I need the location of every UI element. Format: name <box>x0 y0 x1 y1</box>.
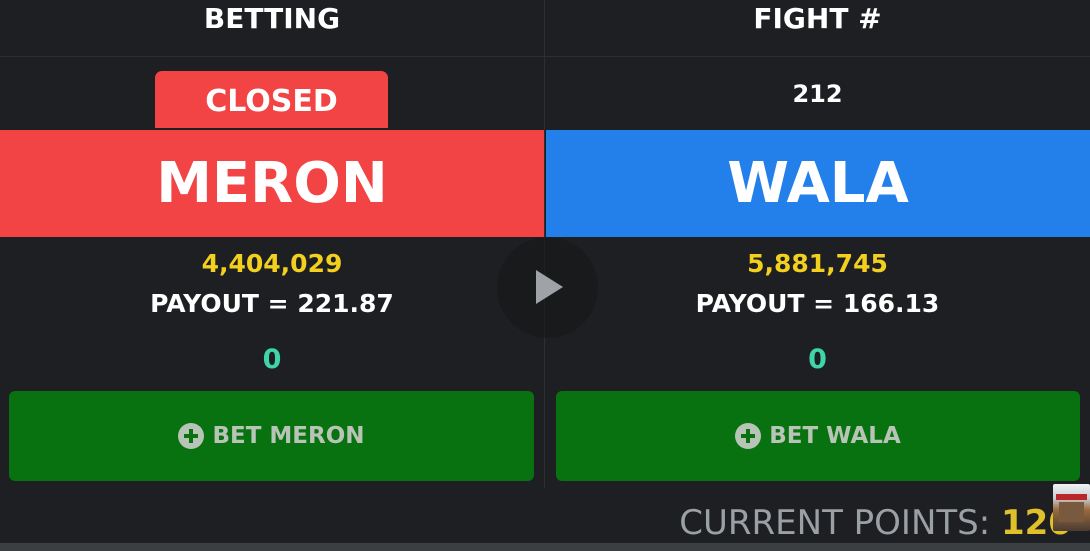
current-points-label: CURRENT POINTS: <box>679 503 1002 543</box>
thumbnail-building <box>1059 502 1084 522</box>
bet-meron-label: BET MERON <box>212 423 365 449</box>
plus-circle-icon <box>735 423 762 449</box>
fight-number-value: 212 <box>792 80 843 108</box>
bet-wala-button[interactable]: BET WALA <box>556 391 1080 481</box>
current-points: CURRENT POINTS: 120 <box>679 500 1072 546</box>
plus-circle-icon <box>178 423 205 449</box>
wala-my-bet: 0 <box>808 344 827 375</box>
meron-payout: PAYOUT = 221.87 <box>150 289 394 318</box>
fight-number-header: FIGHT # <box>753 2 882 35</box>
betting-panel: BETTING FIGHT # CLOSED 212 MERON WALA 4,… <box>0 0 1090 551</box>
wala-payout: PAYOUT = 166.13 <box>695 289 940 318</box>
wala-banner: WALA <box>546 130 1090 237</box>
bet-wala-label: BET WALA <box>769 423 901 449</box>
play-icon <box>536 270 563 304</box>
wala-total-bets: 5,881,745 <box>747 249 888 278</box>
meron-total-bets: 4,404,029 <box>201 249 343 278</box>
video-thumbnail[interactable] <box>1053 484 1090 531</box>
betting-header: BETTING <box>203 2 341 35</box>
video-play-button[interactable] <box>497 237 598 338</box>
thumbnail-roof <box>1056 494 1087 500</box>
header-divider <box>0 56 1090 57</box>
meron-banner: MERON <box>0 130 544 237</box>
betting-status-badge: CLOSED <box>155 71 388 128</box>
bet-meron-button[interactable]: BET MERON <box>9 391 534 481</box>
meron-my-bet: 0 <box>262 344 282 375</box>
